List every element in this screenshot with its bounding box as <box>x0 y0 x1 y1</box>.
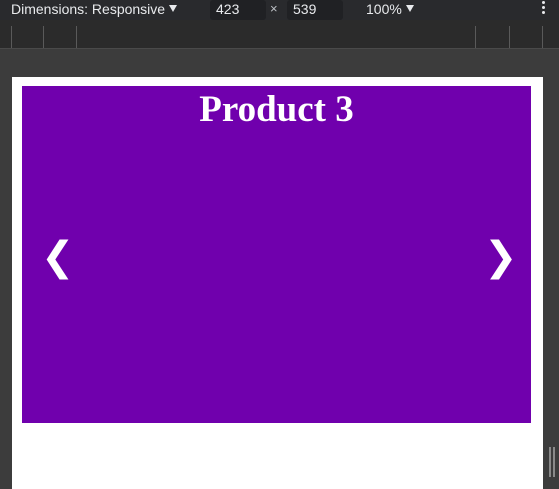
slide-title: Product 3 <box>199 89 354 130</box>
ruler-mark <box>76 26 77 48</box>
more-vertical-icon[interactable] <box>542 1 546 17</box>
chevron-down-icon <box>405 5 414 12</box>
ruler-mark <box>11 26 12 48</box>
product-slide: Product 3 ❮ ❯ <box>22 86 531 423</box>
media-query-ruler[interactable] <box>0 20 559 49</box>
ruler-mark <box>475 26 476 48</box>
zoom-dropdown[interactable]: 100% <box>366 0 414 18</box>
device-viewport: Product 3 ❮ ❯ <box>12 77 543 489</box>
dimensions-dropdown[interactable]: Dimensions: Responsive <box>11 0 178 20</box>
dimensions-label: Dimensions: Responsive <box>11 1 166 17</box>
ruler-mark <box>542 26 543 48</box>
height-input[interactable]: 539 <box>287 0 343 20</box>
resize-handle-icon[interactable] <box>549 447 555 477</box>
ruler-mark <box>509 26 510 48</box>
next-slide-icon[interactable]: ❯ <box>484 234 518 280</box>
previous-slide-icon[interactable]: ❮ <box>41 234 75 280</box>
device-toolbar: Dimensions: Responsive 423 × 539 100% <box>0 0 559 20</box>
device-area: Product 3 ❮ ❯ <box>0 50 559 489</box>
times-separator: × <box>270 1 278 16</box>
zoom-label: 100% <box>366 1 402 17</box>
width-input[interactable]: 423 <box>210 0 266 20</box>
ruler-mark <box>43 26 44 48</box>
chevron-down-icon <box>169 5 178 12</box>
